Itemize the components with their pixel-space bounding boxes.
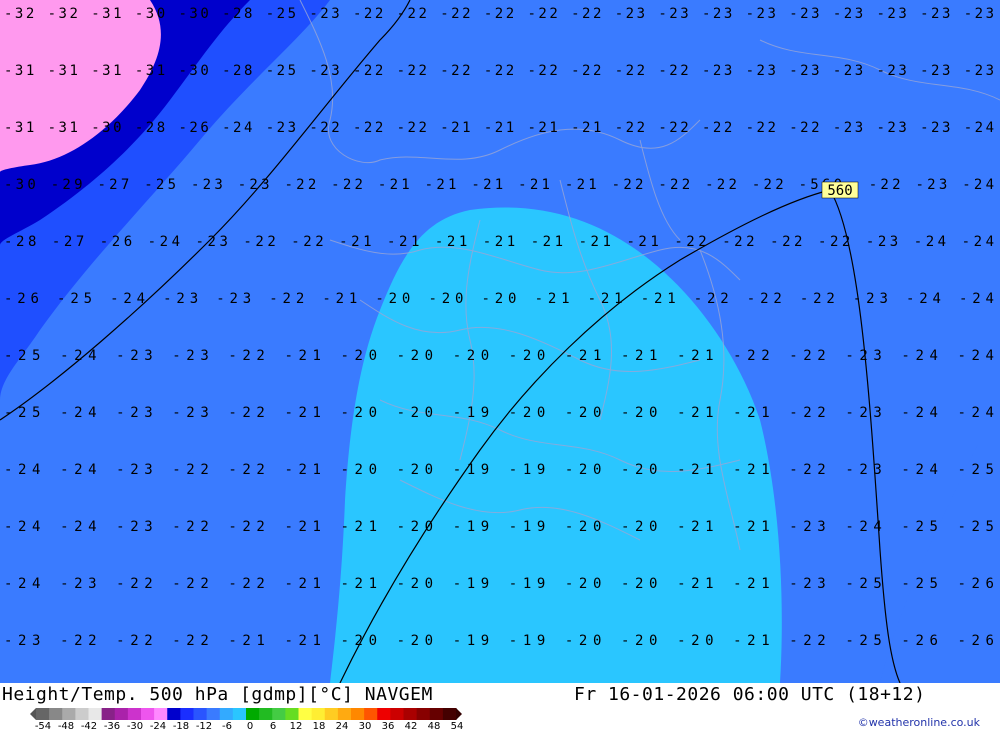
scale-swatch <box>114 708 129 720</box>
scale-swatch <box>351 708 365 720</box>
scale-swatch <box>377 708 391 720</box>
scale-swatch <box>390 708 404 720</box>
height-label-box: 560 <box>821 181 859 199</box>
scale-tick-label: -30 <box>126 721 144 732</box>
contour-label-row: -25 -24 -23 -23 -22 -21 -20 -20 -19 -20 … <box>4 405 994 421</box>
scale-tick-label: 30 <box>358 721 372 732</box>
contour-label-row: -28 -27 -26 -24 -23 -22 -22 -21 -21 -21 … <box>4 234 994 250</box>
scale-tick-label: 24 <box>335 721 349 732</box>
scale-swatch <box>154 708 168 720</box>
scale-tick-label: -36 <box>103 721 121 732</box>
scale-tick-label: 48 <box>427 721 441 732</box>
scale-swatch <box>167 708 181 720</box>
map-footer: Height/Temp. 500 hPa [gdmp][°C] NAVGEM F… <box>0 683 1000 733</box>
contour-label-row: -32 -32 -31 -30 -30 -28 -25 -23 -22 -22 … <box>4 6 994 22</box>
scale-swatch <box>324 708 339 720</box>
scale-tick-label: -18 <box>172 721 190 732</box>
scale-swatch <box>36 708 50 720</box>
scale-tick-label: -12 <box>195 721 213 732</box>
scale-swatch <box>75 708 89 720</box>
scale-swatch <box>193 708 208 720</box>
scale-swatch <box>364 708 378 720</box>
valid-time: Fr 16-01-2026 06:00 UTC (18+12) <box>574 684 926 705</box>
scale-swatch <box>429 708 444 720</box>
map-title: Height/Temp. 500 hPa [gdmp][°C] NAVGEM <box>2 684 433 705</box>
color-scale <box>30 708 462 720</box>
contour-label-row: -31 -31 -30 -28 -26 -24 -23 -22 -22 -22 … <box>4 120 994 136</box>
scale-tick-label: 6 <box>269 721 277 732</box>
contour-label-row: -25 -24 -23 -23 -22 -21 -20 -20 -20 -20 … <box>4 348 994 364</box>
scale-tick-label: -54 <box>34 721 52 732</box>
scale-swatch <box>206 708 221 720</box>
scale-swatch <box>285 708 299 720</box>
credit-link[interactable]: ©weatheronline.co.uk <box>858 716 980 729</box>
weather-map: -32 -32 -31 -30 -30 -28 -25 -23 -22 -22 … <box>0 0 1000 683</box>
contour-label-row: -24 -24 -23 -22 -22 -21 -21 -20 -19 -19 … <box>4 519 994 535</box>
contour-label-row: -24 -24 -23 -22 -22 -21 -20 -20 -19 -19 … <box>4 462 994 478</box>
contour-label-row: -23 -22 -22 -22 -21 -21 -20 -20 -19 -19 … <box>4 633 994 649</box>
scale-swatch <box>49 708 63 720</box>
scale-swatch <box>272 708 286 720</box>
scale-swatch <box>127 708 142 720</box>
scale-swatch <box>416 708 431 720</box>
scale-tick-label: 54 <box>450 721 464 732</box>
scale-swatch <box>298 708 313 720</box>
scale-swatch <box>101 708 116 720</box>
scale-arrow-left <box>30 708 36 720</box>
scale-tick-label: 18 <box>312 721 326 732</box>
contour-label-row: -26 -25 -24 -23 -23 -22 -21 -20 -20 -20 … <box>4 291 994 307</box>
scale-swatch <box>337 708 352 720</box>
contour-label-row: -24 -23 -22 -22 -22 -21 -21 -20 -19 -19 … <box>4 576 994 592</box>
scale-swatch <box>311 708 326 720</box>
color-scale-ticks: -54 -48 -42 -36 -30 -24 -18 -12 -6 0 6 12 18 24 30 36 42… <box>33 721 464 733</box>
scale-swatch <box>88 708 103 720</box>
scale-tick-label: -48 <box>57 721 75 732</box>
scale-swatch <box>141 708 155 720</box>
scale-tick-label: -42 <box>80 721 98 732</box>
height-label: 560 <box>827 183 852 199</box>
scale-tick-label: 0 <box>246 721 254 732</box>
scale-swatch <box>232 708 247 720</box>
scale-swatch <box>180 708 194 720</box>
scale-swatch <box>403 708 418 720</box>
scale-swatch <box>219 708 234 720</box>
contour-label-row: -31 -31 -31 -31 -30 -28 -25 -23 -22 -22 … <box>4 63 994 79</box>
scale-swatch <box>62 708 76 720</box>
scale-tick-label: -24 <box>149 721 167 732</box>
scale-tick-label: 42 <box>404 721 418 732</box>
scale-swatch <box>442 708 457 720</box>
scale-arrow-right <box>456 708 462 720</box>
scale-tick-label: 36 <box>381 721 395 732</box>
scale-tick-label: -6 <box>222 721 232 732</box>
scale-swatch <box>246 708 260 720</box>
scale-tick-label: 12 <box>289 721 303 732</box>
scale-swatch <box>259 708 273 720</box>
